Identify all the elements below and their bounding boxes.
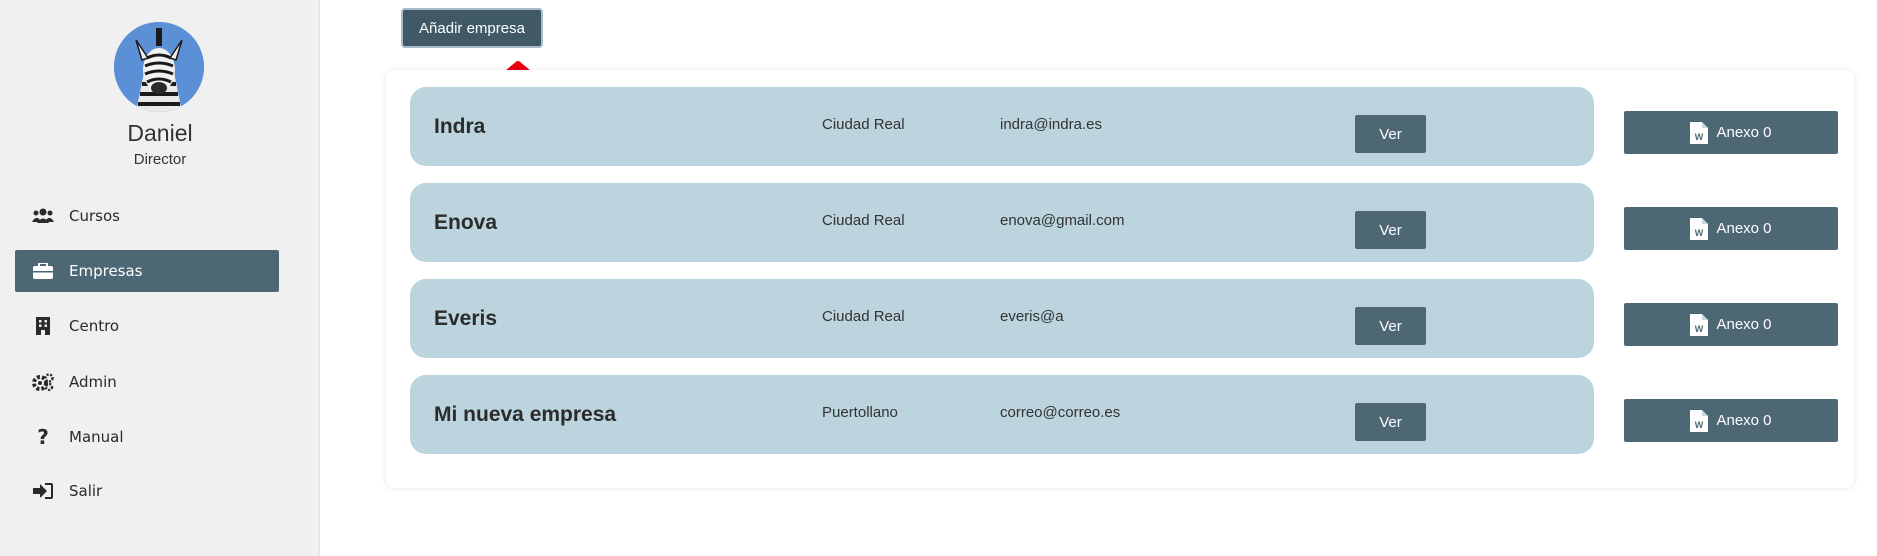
users-icon bbox=[31, 206, 55, 226]
company-row: Mi nueva empresa Puertollano correo@corr… bbox=[410, 375, 1594, 454]
question-icon: ? bbox=[37, 425, 49, 449]
view-company-button[interactable]: Ver bbox=[1355, 307, 1426, 345]
view-company-button[interactable]: Ver bbox=[1355, 403, 1426, 441]
sidebar-item-centro[interactable]: Centro bbox=[15, 305, 279, 347]
company-name: Mi nueva empresa bbox=[434, 402, 617, 426]
svg-text:W: W bbox=[1695, 132, 1704, 142]
view-company-button[interactable]: Ver bbox=[1355, 211, 1426, 249]
company-row: Indra Ciudad Real indra@indra.es Ver bbox=[410, 87, 1594, 166]
annex-button[interactable]: W Anexo 0 bbox=[1624, 303, 1838, 346]
company-email: indra@indra.es bbox=[1000, 116, 1102, 133]
svg-text:W: W bbox=[1695, 420, 1704, 430]
company-email: everis@a bbox=[1000, 308, 1064, 325]
sidebar-item-label: Salir bbox=[69, 482, 103, 500]
company-city: Ciudad Real bbox=[822, 116, 905, 133]
company-email: enova@gmail.com bbox=[1000, 212, 1125, 229]
word-document-icon: W bbox=[1690, 409, 1709, 432]
sidebar-item-admin[interactable]: Admin bbox=[15, 361, 279, 403]
building-icon bbox=[31, 316, 55, 336]
annex-label: Anexo 0 bbox=[1716, 220, 1772, 237]
add-company-button[interactable]: Añadir empresa bbox=[401, 8, 543, 48]
gears-icon bbox=[31, 372, 55, 392]
annex-button[interactable]: W Anexo 0 bbox=[1624, 111, 1838, 154]
company-name: Enova bbox=[434, 210, 498, 234]
avatar bbox=[114, 22, 204, 112]
word-document-icon: W bbox=[1690, 121, 1709, 144]
word-document-icon: W bbox=[1690, 217, 1709, 240]
annex-label: Anexo 0 bbox=[1716, 316, 1772, 333]
view-company-button[interactable]: Ver bbox=[1355, 115, 1426, 153]
briefcase-icon bbox=[31, 261, 55, 281]
svg-text:W: W bbox=[1695, 324, 1704, 334]
sidebar-item-label: Centro bbox=[69, 317, 120, 335]
annex-label: Anexo 0 bbox=[1716, 412, 1772, 429]
sidebar-item-empresas[interactable]: Empresas bbox=[15, 250, 279, 292]
company-row: Everis Ciudad Real everis@a Ver bbox=[410, 279, 1594, 358]
sidebar-item-label: Admin bbox=[69, 373, 117, 391]
sidebar: Daniel Director Cursos Empresas Centro A… bbox=[0, 0, 320, 556]
sidebar-item-label: Manual bbox=[69, 428, 124, 446]
sidebar-item-salir[interactable]: Salir bbox=[15, 470, 279, 512]
sidebar-item-label: Cursos bbox=[69, 207, 120, 225]
company-name: Everis bbox=[434, 306, 498, 330]
annex-button[interactable]: W Anexo 0 bbox=[1624, 207, 1838, 250]
company-row: Enova Ciudad Real enova@gmail.com Ver bbox=[410, 183, 1594, 262]
annex-button[interactable]: W Anexo 0 bbox=[1624, 399, 1838, 442]
user-name: Daniel bbox=[127, 120, 193, 146]
company-city: Puertollano bbox=[822, 404, 898, 421]
company-city: Ciudad Real bbox=[822, 212, 905, 229]
svg-text:W: W bbox=[1695, 228, 1704, 238]
user-role: Director bbox=[133, 151, 187, 168]
sidebar-item-cursos[interactable]: Cursos bbox=[15, 195, 279, 237]
company-name: Indra bbox=[434, 114, 486, 138]
sidebar-item-label: Empresas bbox=[69, 262, 143, 280]
company-city: Ciudad Real bbox=[822, 308, 905, 325]
annex-label: Anexo 0 bbox=[1716, 124, 1772, 141]
company-email: correo@correo.es bbox=[1000, 404, 1121, 421]
sign-out-icon bbox=[31, 481, 55, 501]
word-document-icon: W bbox=[1690, 313, 1709, 336]
sidebar-item-manual[interactable]: ? Manual bbox=[15, 416, 279, 458]
